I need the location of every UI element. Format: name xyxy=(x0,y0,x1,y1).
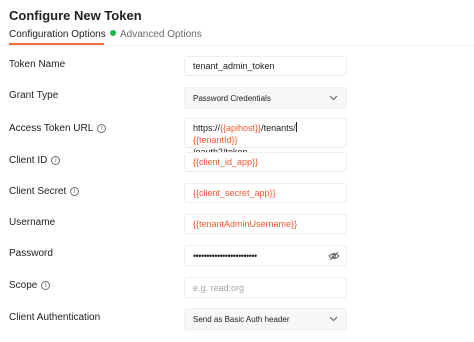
token-name-input[interactable]: tenant_admin_token xyxy=(184,56,347,76)
label-text: Access Token URL xyxy=(9,123,94,134)
access-token-url-label: Access Token URL i xyxy=(9,123,107,134)
scope-placeholder: e.g. read:org xyxy=(193,282,245,293)
info-icon[interactable]: i xyxy=(41,281,51,290)
grant-type-select[interactable]: Password Credentials xyxy=(184,87,347,109)
label-text: Scope xyxy=(9,280,38,291)
label-text: Password xyxy=(9,248,53,259)
eye-slash-icon[interactable] xyxy=(328,251,340,261)
client-id-value: {{client_id_app}} xyxy=(193,157,259,167)
url-part: /tenants/ xyxy=(261,123,296,133)
password-value: •••••••••••••••••••••••• xyxy=(193,250,257,261)
client-secret-label: Client Secret i xyxy=(9,186,80,197)
label-text: Username xyxy=(9,217,56,228)
grant-type-value: Password Credentials xyxy=(193,93,271,103)
label-text: Grant Type xyxy=(9,90,59,101)
access-token-url-input[interactable]: https://{{apihost}}/tenants/ {{tenantId}}… xyxy=(184,118,347,157)
token-name-value: tenant_admin_token xyxy=(193,61,275,71)
username-value: {{tenantAdminUsername}} xyxy=(193,219,298,229)
label-text: Client ID xyxy=(9,155,48,166)
client-secret-input[interactable]: {{client_secret_app}} xyxy=(184,183,347,203)
token-name-label: Token Name xyxy=(9,59,65,70)
grant-type-label: Grant Type xyxy=(9,90,58,101)
client-authentication-label: Client Authentication xyxy=(9,312,100,323)
chevron-down-icon xyxy=(329,316,338,322)
client-authentication-select[interactable]: Send as Basic Auth header xyxy=(184,308,347,330)
tab-configuration-options[interactable]: Configuration Options xyxy=(9,29,116,40)
client-authentication-value: Send as Basic Auth header xyxy=(193,314,290,324)
tab-divider xyxy=(0,45,474,46)
chevron-down-icon xyxy=(329,95,338,101)
password-input[interactable]: •••••••••••••••••••••••• xyxy=(184,245,347,266)
url-variable: {{apihost}} xyxy=(220,123,262,133)
url-variable: {{tenantId}} xyxy=(193,135,238,145)
info-icon[interactable]: i xyxy=(51,156,61,165)
url-line-1: https://{{apihost}}/tenants/ {{tenantId}} xyxy=(193,122,338,146)
status-dot-icon xyxy=(109,30,116,36)
label-text: Client Authentication xyxy=(9,312,101,323)
username-label: Username xyxy=(9,217,55,228)
client-id-input[interactable]: {{client_id_app}} xyxy=(184,152,347,172)
text-caret xyxy=(295,122,297,132)
password-label: Password xyxy=(9,248,53,259)
client-secret-value: {{client_secret_app}} xyxy=(193,188,276,198)
label-text: Token Name xyxy=(9,59,66,70)
info-icon[interactable]: i xyxy=(97,124,107,133)
username-input[interactable]: {{tenantAdminUsername}} xyxy=(184,214,347,234)
tab-label: Configuration Options xyxy=(9,29,106,40)
scope-label: Scope i xyxy=(9,280,51,291)
scope-input[interactable]: e.g. read:org xyxy=(184,277,347,298)
info-icon[interactable]: i xyxy=(70,187,80,196)
url-part: https:// xyxy=(193,123,221,133)
page-title: Configure New Token xyxy=(9,8,142,23)
client-id-label: Client ID i xyxy=(9,155,61,166)
tab-advanced-options[interactable]: Advanced Options xyxy=(120,29,202,40)
label-text: Client Secret xyxy=(9,186,67,197)
